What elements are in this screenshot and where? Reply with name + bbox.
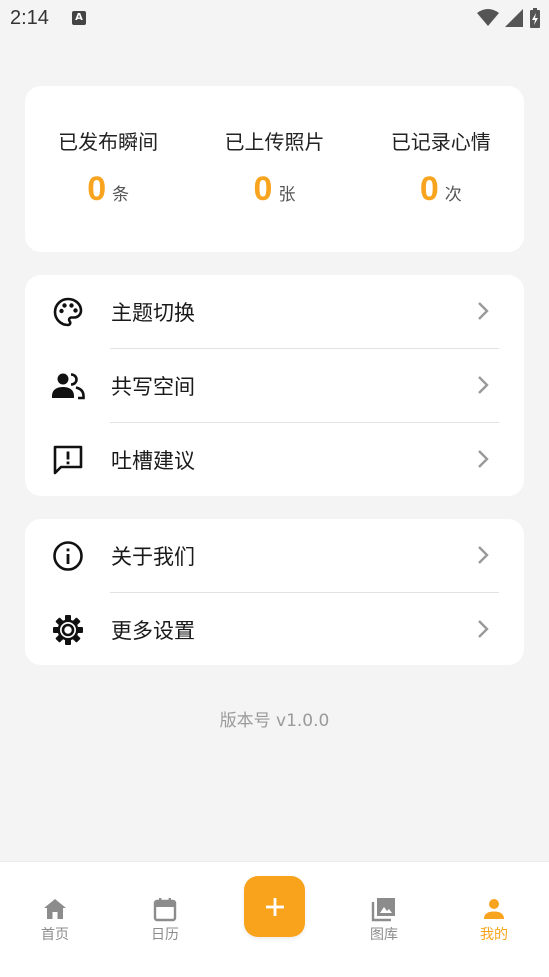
stat-moments: 已发布瞬间 0 条 xyxy=(25,86,191,252)
gallery-icon xyxy=(371,898,395,922)
menu-card-primary: 主题切换 共写空间 吐槽建议 xyxy=(25,275,524,496)
stat-label: 已发布瞬间 xyxy=(58,130,159,154)
menu-item-theme[interactable]: 主题切换 xyxy=(25,275,524,349)
menu-item-label: 关于我们 xyxy=(111,545,195,569)
people-icon xyxy=(51,369,85,403)
version-text: 版本号 v1.0.0 xyxy=(219,711,330,731)
nav-calendar[interactable]: 日历 xyxy=(125,896,205,944)
signal-icon xyxy=(505,9,523,27)
stats-card: 已发布瞬间 0 条 已上传照片 0 张 已记录心情 0 次 xyxy=(25,86,524,252)
add-button[interactable] xyxy=(244,876,305,937)
chevron-right-icon xyxy=(478,302,489,320)
stat-unit: 次 xyxy=(444,185,462,205)
menu-card-secondary: 关于我们 更多设置 xyxy=(25,519,524,665)
menu-item-label: 更多设置 xyxy=(111,619,195,643)
notification-a-icon: A xyxy=(72,11,86,25)
status-time: 2:14 xyxy=(10,7,49,29)
info-icon xyxy=(51,539,85,573)
battery-icon xyxy=(530,8,540,28)
menu-item-feedback[interactable]: 吐槽建议 xyxy=(25,423,524,497)
person-icon xyxy=(484,899,504,919)
chevron-right-icon xyxy=(478,546,489,564)
stat-label: 已记录心情 xyxy=(390,130,491,154)
menu-item-label: 主题切换 xyxy=(111,301,195,325)
plus-icon xyxy=(265,897,284,916)
stat-value: 0 xyxy=(419,170,439,208)
stat-photos: 已上传照片 0 张 xyxy=(191,86,357,252)
stat-label: 已上传照片 xyxy=(224,130,325,154)
stat-unit: 条 xyxy=(112,185,130,205)
menu-item-about[interactable]: 关于我们 xyxy=(25,519,524,593)
stat-moods: 已记录心情 0 次 xyxy=(358,86,524,252)
nav-mine[interactable]: 我的 xyxy=(454,896,534,944)
nav-mine-label: 我的 xyxy=(480,927,508,943)
stat-unit: 张 xyxy=(278,185,296,205)
feedback-icon xyxy=(51,443,85,477)
menu-item-label: 共写空间 xyxy=(111,375,195,399)
chevron-right-icon xyxy=(478,376,489,394)
nav-home-label: 首页 xyxy=(41,927,69,943)
gear-icon xyxy=(51,613,85,647)
nav-calendar-label: 日历 xyxy=(151,927,179,943)
wifi-icon xyxy=(477,9,499,26)
menu-item-shared-space[interactable]: 共写空间 xyxy=(25,349,524,423)
stat-value: 0 xyxy=(253,170,273,208)
status-icons xyxy=(477,8,541,28)
calendar-icon xyxy=(153,898,177,922)
stat-value: 0 xyxy=(87,170,107,208)
menu-item-label: 吐槽建议 xyxy=(111,449,195,473)
menu-item-settings[interactable]: 更多设置 xyxy=(25,593,524,667)
nav-home[interactable]: 首页 xyxy=(15,896,95,944)
status-bar: 2:14 A xyxy=(0,0,549,36)
home-icon xyxy=(44,899,66,919)
palette-icon xyxy=(51,295,85,329)
chevron-right-icon xyxy=(478,450,489,468)
bottom-nav: 首页 日历 图库 我的 xyxy=(0,861,549,977)
chevron-right-icon xyxy=(478,620,489,638)
nav-gallery[interactable]: 图库 xyxy=(344,896,424,944)
nav-gallery-label: 图库 xyxy=(370,927,398,943)
